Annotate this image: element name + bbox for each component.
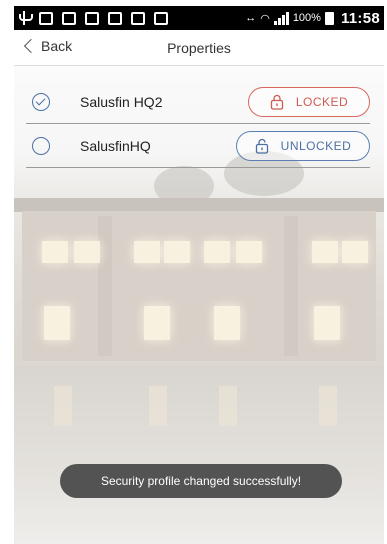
page-title: Properties bbox=[167, 40, 231, 56]
toast-message: Security profile changed successfully! bbox=[60, 464, 342, 498]
row-divider bbox=[26, 167, 370, 168]
unlocked-button[interactable]: UNLOCKED bbox=[236, 131, 370, 161]
document-icon bbox=[131, 11, 145, 25]
lock-open-icon bbox=[255, 138, 268, 154]
battery-percent: 100% bbox=[292, 12, 321, 24]
sync-icon bbox=[85, 11, 99, 25]
lock-state-label: LOCKED bbox=[295, 95, 349, 109]
site-name: SalusfinHQ bbox=[80, 138, 151, 154]
mail-icon bbox=[62, 11, 76, 25]
nav-bar: Back Properties bbox=[14, 30, 384, 66]
signal-icon bbox=[273, 11, 289, 25]
storage-icon bbox=[108, 11, 122, 25]
lock-closed-icon bbox=[270, 94, 283, 110]
wifi-icon: ◠ bbox=[260, 12, 270, 25]
image-icon bbox=[39, 11, 53, 25]
battery-icon bbox=[324, 11, 334, 25]
lock-state-label: UNLOCKED bbox=[280, 139, 352, 153]
unselected-radio-icon[interactable] bbox=[32, 137, 50, 155]
locked-button[interactable]: LOCKED bbox=[248, 87, 370, 117]
vibrate-icon: ↔ bbox=[245, 12, 257, 24]
usb-icon bbox=[18, 11, 33, 25]
site-row-salusfinhq[interactable]: SalusfinHQ UNLOCKED bbox=[14, 124, 384, 168]
app-screen: ↔ ◠ 100% 11:58 Back Properties Salusfin … bbox=[14, 6, 384, 544]
clipboard-icon bbox=[154, 11, 168, 25]
site-row-salusfin-hq2[interactable]: Salusfin HQ2 LOCKED bbox=[14, 80, 384, 124]
status-clock: 11:58 bbox=[340, 9, 380, 27]
status-bar: ↔ ◠ 100% 11:58 bbox=[14, 6, 384, 30]
selected-check-icon[interactable] bbox=[32, 93, 50, 111]
site-name: Salusfin HQ2 bbox=[80, 94, 163, 110]
site-list: Salusfin HQ2 LOCKED SalusfinHQ UNLOCKED bbox=[14, 80, 384, 168]
